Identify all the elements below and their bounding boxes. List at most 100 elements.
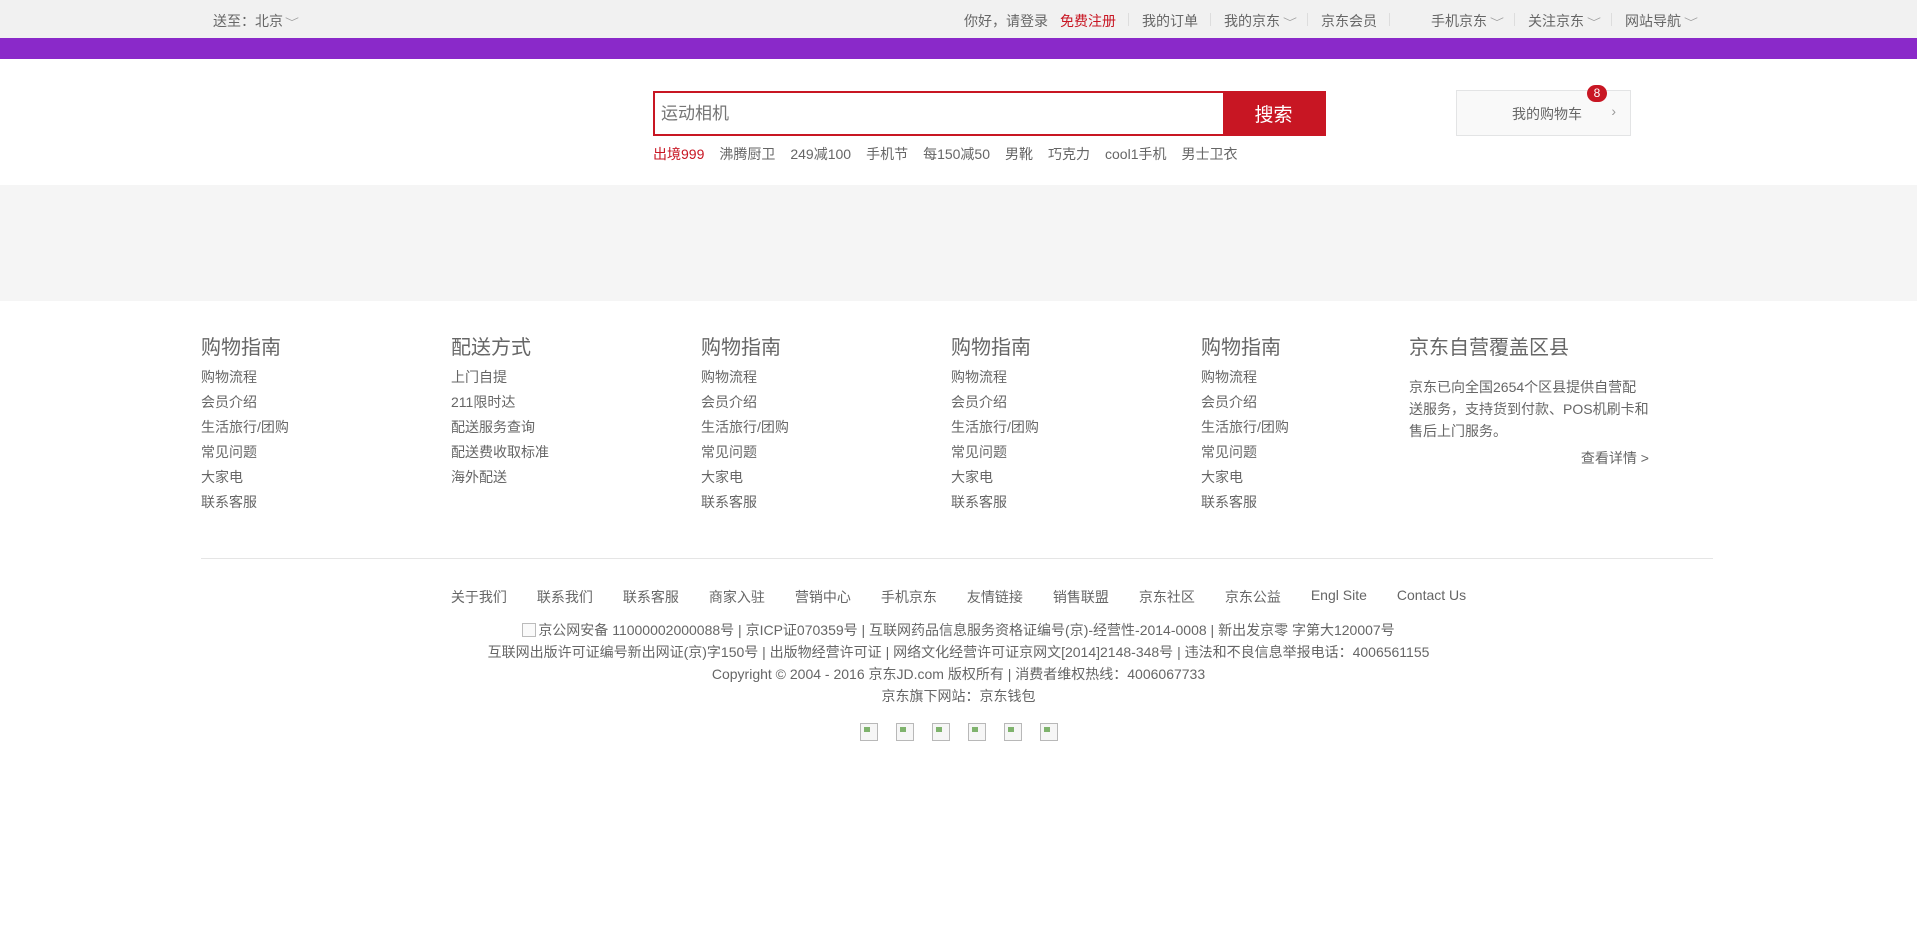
help-link[interactable]: 生活旅行/团购 [701,415,789,440]
footer-link[interactable]: 友情链接 [967,587,1023,607]
help-link[interactable]: 联系客服 [201,490,289,515]
cart-button[interactable]: 我的购物车 › 8 [1456,85,1631,136]
promo-banner-strip [0,38,1917,59]
my-jd-menu[interactable]: 我的京东 ﹀ [1211,11,1308,31]
help-column: 配送方式 上门自提 211限时达 配送服务查询 配送费收取标准 海外配送 [451,331,549,490]
footer-link[interactable]: 营销中心 [795,587,851,607]
help-link[interactable]: 大家电 [701,465,789,490]
footer-link[interactable]: 京东公益 [1225,587,1281,607]
footer-link[interactable]: 手机京东 [881,587,937,607]
chevron-down-icon: ﹀ [1283,18,1297,29]
help-link[interactable]: 会员介绍 [201,390,289,415]
help-link[interactable]: 联系客服 [951,490,1039,515]
help-link[interactable]: 联系客服 [1201,490,1289,515]
help-link[interactable]: 大家电 [1201,465,1289,490]
member-link[interactable]: 京东会员 [1308,11,1390,31]
greeting-link[interactable]: 你好，请登录 [964,13,1048,29]
help-link[interactable]: 配送服务查询 [451,415,549,440]
help-link[interactable]: 会员介绍 [951,390,1039,415]
help-link[interactable]: 生活旅行/团购 [201,415,289,440]
help-link[interactable]: 购物流程 [951,365,1039,390]
help-column-title: 购物指南 [701,337,781,359]
broken-image-icon[interactable] [895,723,914,741]
help-link[interactable]: 大家电 [951,465,1039,490]
footer-link[interactable]: 联系客服 [623,587,679,607]
help-link[interactable]: 会员介绍 [701,390,789,415]
footer-link[interactable]: Engl Site [1311,587,1367,607]
copyright-line: 京东旗下网站：京东钱包 [881,688,1036,704]
coverage-title: 京东自营覆盖区县 [1409,337,1569,359]
hotword-link[interactable]: 手机节 [866,144,908,164]
chevron-down-icon: ﹀ [1684,18,1698,29]
my-orders-link[interactable]: 我的订单 [1129,11,1211,31]
footer-link[interactable]: 京东社区 [1139,587,1195,607]
search-button[interactable]: 搜索 [1223,91,1324,136]
help-column: 购物指南 购物流程 会员介绍 生活旅行/团购 常见问题 大家电 联系客服 [701,331,789,515]
top-bar: 送至：北京 ﹀ 你好，请登录 免费注册 我的订单 我的京东 ﹀ 京东会员 手机京东 ﹀ … [0,0,1917,38]
footer-link[interactable]: 商家入驻 [709,587,765,607]
follow-jd-label: 关注京东 [1528,13,1584,29]
broken-image-icon[interactable] [1003,723,1022,741]
help-link[interactable]: 常见问题 [201,440,289,465]
location-selector[interactable]: 送至：北京 ﹀ [213,11,299,31]
coverage-panel: 京东自营覆盖区县 京东已向全国2654个区县提供自营配送服务，支持货到付款、PO… [1409,331,1649,468]
follow-jd-menu[interactable]: 关注京东 ﹀ [1515,11,1612,31]
content-placeholder-band [0,185,1917,301]
broken-image-icon[interactable] [859,723,878,741]
hotword-link[interactable]: 巧克力 [1048,144,1090,164]
register-link[interactable]: 免费注册 [1060,13,1116,29]
hotword-link[interactable]: 沸腾厨卫 [719,144,775,164]
chevron-down-icon: ﹀ [1587,18,1601,29]
copyright-line: 互联网出版许可证编号新出网证(京)字150号 | 出版物经营许可证 | 网络文化… [487,644,1430,660]
help-link[interactable]: 生活旅行/团购 [1201,415,1289,440]
help-link[interactable]: 购物流程 [1201,365,1289,390]
copyright-line: Copyright © 2004 - 2016 京东JD.com 版权所有 | … [711,666,1206,682]
hotword-link[interactable]: 男靴 [1005,144,1033,164]
help-link[interactable]: 常见问题 [701,440,789,465]
chevron-right-icon: › [1611,103,1616,119]
broken-image-icon[interactable] [1039,723,1058,741]
search-input[interactable] [655,93,1225,134]
help-link[interactable]: 大家电 [201,465,289,490]
help-link[interactable]: 生活旅行/团购 [951,415,1039,440]
mobile-jd-menu[interactable]: 手机京东 ﹀ [1418,11,1515,31]
hotword-link[interactable]: cool1手机 [1105,144,1166,164]
help-link[interactable]: 上门自提 [451,365,549,390]
help-link[interactable]: 211限时达 [451,390,549,415]
coverage-more-link[interactable]: 查看详情 > [1409,448,1649,468]
broken-image-icon[interactable] [967,723,986,741]
hotword-link[interactable]: 男士卫衣 [1181,144,1237,164]
help-link[interactable]: 联系客服 [701,490,789,515]
footer-link[interactable]: Contact Us [1397,587,1466,607]
copyright-text: 京公网安备 11000002000088号 | 京ICP证070359号 | 互… [538,622,1395,638]
top-nav: 你好，请登录 免费注册 我的订单 我的京东 ﹀ 京东会员 手机京东 ﹀ 关注京东 ﹀ 网… [951,11,1709,31]
help-link[interactable]: 会员介绍 [1201,390,1289,415]
hotword-link[interactable]: 出境999 [653,144,704,164]
footer-link[interactable]: 销售联盟 [1053,587,1109,607]
help-link[interactable]: 海外配送 [451,465,549,490]
mobile-jd-label: 手机京东 [1431,13,1487,29]
broken-image-icon[interactable] [931,723,950,741]
my-jd-label: 我的京东 [1224,13,1280,29]
footer-link[interactable]: 联系我们 [537,587,593,607]
help-link[interactable]: 配送费收取标准 [451,440,549,465]
footer-links: 关于我们 联系我们 联系客服 商家入驻 营销中心 手机京东 友情链接 销售联盟 … [0,587,1917,607]
help-link[interactable]: 购物流程 [701,365,789,390]
help-column: 购物指南 购物流程 会员介绍 生活旅行/团购 常见问题 大家电 联系客服 [201,331,289,515]
site-nav-menu[interactable]: 网站导航 ﹀ [1612,11,1709,31]
help-link[interactable]: 常见问题 [951,440,1039,465]
help-column: 购物指南 购物流程 会员介绍 生活旅行/团购 常见问题 大家电 联系客服 [951,331,1039,515]
help-column-title: 购物指南 [201,337,281,359]
copyright-line: 京公网安备 11000002000088号 | 京ICP证070359号 | 互… [0,620,1917,640]
hot-keywords: 出境999 沸腾厨卫 249减100 手机节 每150减50 男靴 巧克力 co… [653,144,1252,164]
help-column: 购物指南 购物流程 会员介绍 生活旅行/团购 常见问题 大家电 联系客服 [1201,331,1289,515]
login-prompt[interactable]: 你好，请登录 免费注册 [951,11,1129,31]
search-box: 搜索 [653,91,1326,136]
hotword-link[interactable]: 249减100 [790,144,851,164]
footer-divider [201,558,1713,559]
footer-link[interactable]: 关于我们 [451,587,507,607]
help-link[interactable]: 常见问题 [1201,440,1289,465]
hotword-link[interactable]: 每150减50 [923,144,990,164]
help-column-title: 购物指南 [951,337,1031,359]
help-link[interactable]: 购物流程 [201,365,289,390]
